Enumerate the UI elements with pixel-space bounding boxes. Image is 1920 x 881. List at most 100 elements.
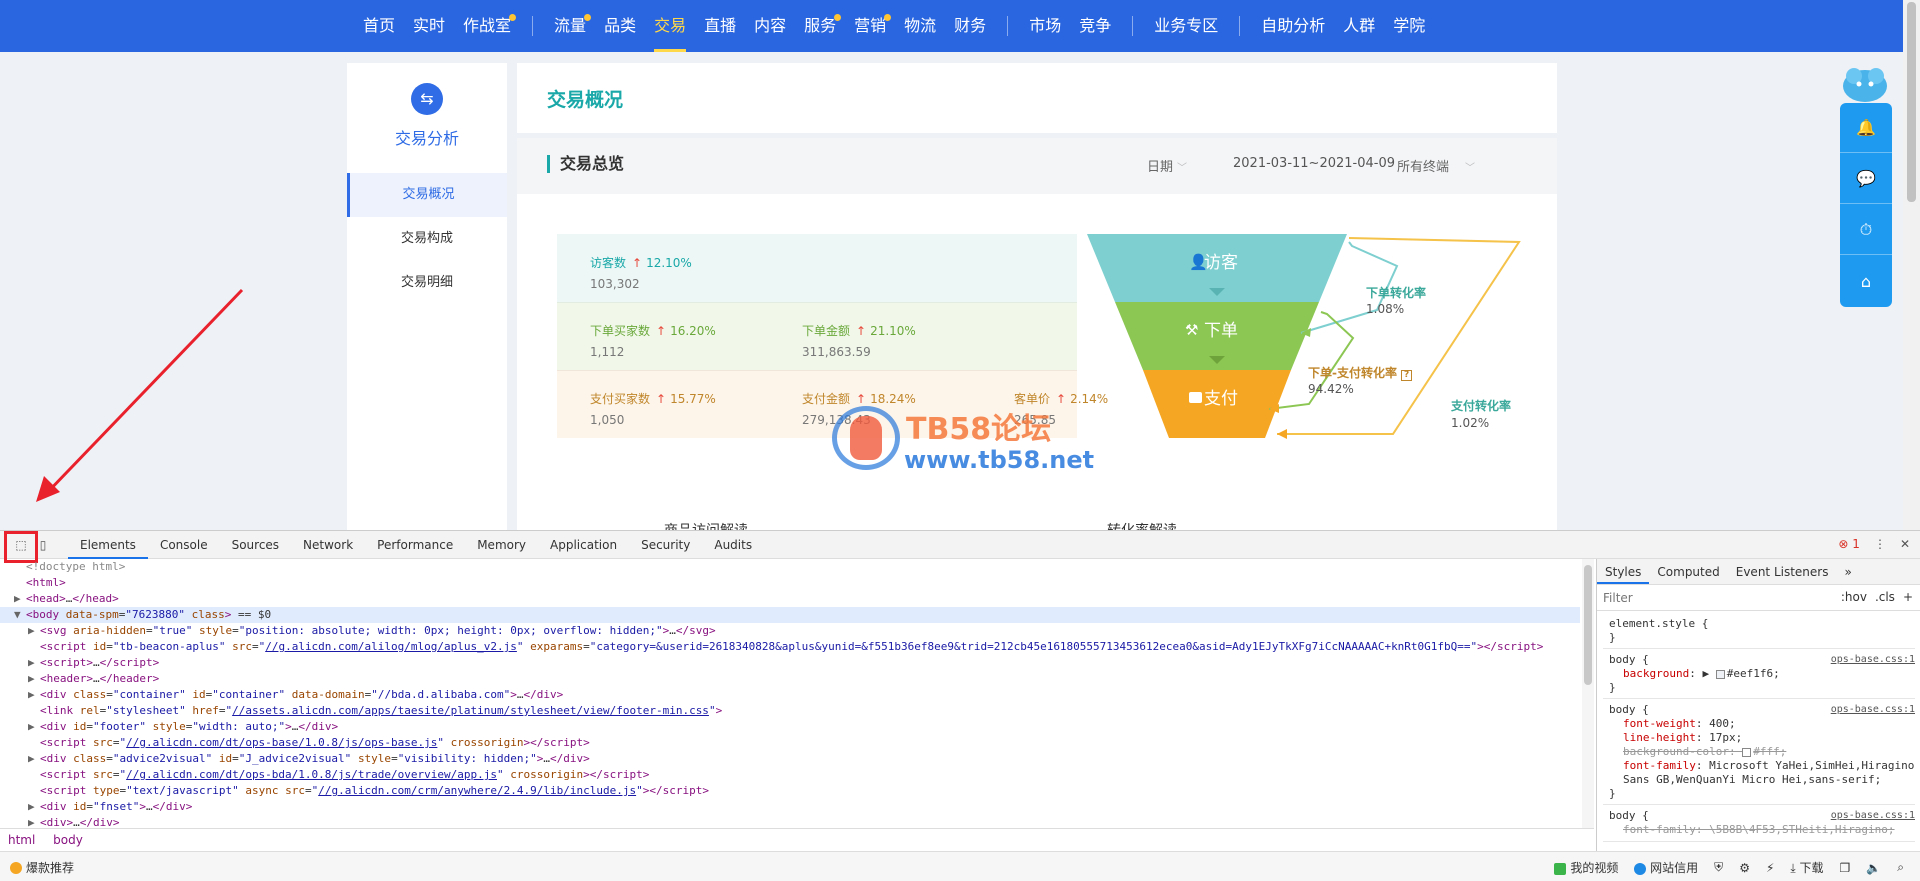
rule-selector[interactable]: body { (1609, 653, 1649, 667)
add-rule-icon[interactable]: + (1903, 590, 1913, 604)
expand-triangle-icon[interactable]: ▶ (28, 751, 40, 767)
nav-item[interactable]: 学院 (1384, 0, 1434, 52)
rule-selector[interactable]: body { (1609, 703, 1649, 717)
nav-item[interactable]: 市场 (1020, 0, 1070, 52)
nav-item[interactable]: 财务 (945, 0, 995, 52)
style-declaration[interactable]: background-color: #fff; (1609, 745, 1915, 759)
shield-icon[interactable]: ⛨ (1714, 860, 1723, 875)
hov-toggle[interactable]: :hov (1841, 590, 1867, 604)
window-icon[interactable]: ❐ (1840, 861, 1851, 875)
nav-item[interactable]: 作战室 (454, 0, 520, 52)
nav-item[interactable]: 直播 (695, 0, 745, 52)
home-icon[interactable]: ⌂ (1840, 256, 1892, 306)
dom-node[interactable]: <html> (0, 575, 1580, 591)
dom-node[interactable]: <!doctype html> (0, 559, 1580, 575)
nav-item[interactable]: 人群 (1334, 0, 1384, 52)
site-credit-item[interactable]: 网站信用 (1634, 859, 1698, 876)
dom-node[interactable]: <script src="//g.alicdn.com/dt/ops-base/… (0, 735, 1580, 751)
extension-icon[interactable]: ⚙ (1739, 861, 1750, 875)
timer-icon[interactable]: ⏱ (1840, 205, 1892, 255)
chat-icon[interactable]: 💬 (1840, 154, 1892, 204)
style-declaration[interactable]: line-height: 17px; (1609, 731, 1915, 745)
error-counter[interactable]: ⊗ 1 (1838, 537, 1860, 551)
nav-item[interactable]: 服务 (795, 0, 845, 52)
rule-source-link[interactable]: ops-base.css:1 (1831, 653, 1915, 667)
inspect-element-icon[interactable]: ⬚ (11, 535, 31, 555)
expand-triangle-icon[interactable]: ▶ (14, 591, 26, 607)
nav-item[interactable]: 品类 (595, 0, 645, 52)
search-icon[interactable]: ⌕ (1897, 860, 1904, 875)
styles-tab[interactable]: Styles (1597, 559, 1650, 584)
breadcrumb-html[interactable]: html (8, 833, 35, 847)
nav-item[interactable]: 流量 (545, 0, 595, 52)
rule-selector[interactable]: body { (1609, 809, 1649, 823)
help-icon[interactable]: ? (1401, 370, 1413, 381)
devtools-tab[interactable]: Network (291, 531, 365, 559)
speed-icon[interactable]: ⚡ (1766, 861, 1774, 875)
breadcrumb-body[interactable]: body (53, 833, 83, 847)
cls-toggle[interactable]: .cls (1875, 590, 1895, 604)
devtools-tab[interactable]: Console (148, 531, 220, 559)
nav-item[interactable]: 交易 (645, 0, 695, 52)
styles-tab[interactable]: Event Listeners (1728, 559, 1837, 584)
expand-triangle-icon[interactable]: ▶ (28, 719, 40, 735)
scrollbar-thumb[interactable] (1584, 565, 1592, 685)
dom-node[interactable]: <script src="//g.alicdn.com/dt/ops-bda/1… (0, 767, 1580, 783)
devtools-tab[interactable]: Elements (68, 531, 148, 559)
mascot-icon[interactable] (1840, 64, 1890, 104)
dom-node[interactable]: ▶ <svg aria-hidden="true" style="position… (0, 623, 1580, 639)
expand-triangle-icon[interactable]: ▶ (28, 655, 40, 671)
expand-triangle-icon[interactable]: ▼ (14, 607, 26, 623)
volume-icon[interactable]: 🔈 (1866, 861, 1881, 875)
nav-item[interactable]: 实时 (404, 0, 454, 52)
nav-item[interactable]: 物流 (895, 0, 945, 52)
rule-source-link[interactable]: ops-base.css:1 (1831, 703, 1915, 717)
dom-node[interactable]: <link rel="stylesheet" href="//assets.al… (0, 703, 1580, 719)
nav-item[interactable]: 首页 (354, 0, 404, 52)
nav-item[interactable]: 竞争 (1070, 0, 1120, 52)
devtools-tab[interactable]: Memory (465, 531, 538, 559)
statusbar-left[interactable]: 爆款推荐 (10, 859, 74, 876)
nav-item[interactable]: 业务专区 (1145, 0, 1227, 52)
dom-node[interactable]: ▶ <script>…</script> (0, 655, 1580, 671)
dom-node[interactable]: ▶ <div class="advice2visual" id="J_advice… (0, 751, 1580, 767)
style-declaration[interactable]: font-family: \5B8B\4F53,STHeiti,Hiragino… (1609, 823, 1915, 837)
dom-node[interactable]: ▶ <div>…</div> (0, 815, 1580, 828)
devtools-tab[interactable]: Sources (220, 531, 291, 559)
nav-item[interactable]: 营销 (845, 0, 895, 52)
date-range[interactable]: 2021-03-11~2021-04-09 (1233, 156, 1395, 171)
page-scrollbar[interactable] (1903, 0, 1920, 530)
devtools-tab[interactable]: Application (538, 531, 629, 559)
terminal-dropdown[interactable]: 所有终端 ﹀ (1397, 156, 1475, 175)
scrollbar-thumb[interactable] (1907, 2, 1916, 202)
dom-node[interactable]: ▶ <head>…</head> (0, 591, 1580, 607)
my-video-item[interactable]: 我的视频 (1554, 859, 1618, 876)
style-declaration[interactable]: background: ▶ #eef1f6; (1609, 667, 1915, 681)
dom-node[interactable]: ▶ <div id="footer" style="width: auto;">…… (0, 719, 1580, 735)
more-tabs-icon[interactable]: » (1836, 559, 1859, 584)
rule-source-link[interactable]: ops-base.css:1 (1831, 809, 1915, 823)
dom-node[interactable]: ▶ <div class="container" id="container" d… (0, 687, 1580, 703)
style-declaration[interactable]: font-weight: 400; (1609, 717, 1915, 731)
dom-node[interactable]: ▶ <header>…</header> (0, 671, 1580, 687)
elements-scrollbar[interactable] (1582, 559, 1594, 828)
dom-node[interactable]: ▼ <body data-spm="7623880" class> == $0 (0, 607, 1580, 623)
style-declaration[interactable]: font-family: Microsoft YaHei,SimHei,Hira… (1609, 759, 1915, 787)
styles-tab[interactable]: Computed (1649, 559, 1727, 584)
sidebar-item[interactable]: 交易概况 (347, 173, 507, 217)
expand-triangle-icon[interactable]: ▶ (28, 623, 40, 639)
expand-triangle-icon[interactable]: ▶ (28, 815, 40, 828)
download-item[interactable]: ⤓ 下载 (1790, 859, 1823, 876)
date-dropdown[interactable]: 日期 ﹀ (1147, 156, 1187, 175)
devtools-tab[interactable]: Audits (702, 531, 764, 559)
nav-item[interactable]: 自助分析 (1252, 0, 1334, 52)
nav-item[interactable]: 内容 (745, 0, 795, 52)
expand-triangle-icon[interactable]: ▶ (28, 671, 40, 687)
sidebar-item[interactable]: 交易构成 (347, 217, 507, 261)
sidebar-item[interactable]: 交易明细 (347, 261, 507, 305)
dom-node[interactable]: <script id="tb-beacon-aplus" src="//g.al… (0, 639, 1580, 655)
device-toolbar-icon[interactable]: ▯ (33, 535, 53, 555)
devtools-tab[interactable]: Security (629, 531, 702, 559)
expand-triangle-icon[interactable]: ▶ (28, 799, 40, 815)
dom-node[interactable]: <script type="text/javascript" async src… (0, 783, 1580, 799)
